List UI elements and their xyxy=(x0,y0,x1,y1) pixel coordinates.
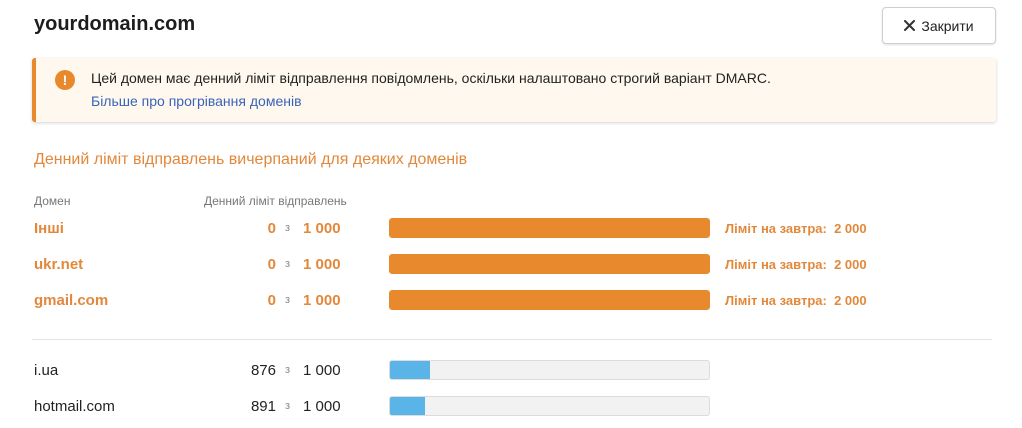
of-label: з xyxy=(285,294,291,306)
of-label: з xyxy=(285,400,291,412)
domain-name: ukr.net xyxy=(34,256,84,273)
close-icon xyxy=(904,20,916,31)
limit-progress-bar xyxy=(389,218,710,238)
section-title: Денний ліміт відправлень вичерпаний для … xyxy=(34,151,468,168)
sent-count: 0 xyxy=(267,220,276,237)
limit-progress-fill xyxy=(390,361,430,379)
limit-progress-bar xyxy=(389,254,710,274)
limit-total: 1 000 xyxy=(303,292,341,309)
domain-row: gmail.com 0 з 1 000 Ліміт на завтра: 2 0… xyxy=(0,289,1022,313)
section-divider xyxy=(32,339,992,340)
limit-total: 1 000 xyxy=(303,398,341,415)
limit-progress-bar xyxy=(389,360,710,380)
of-label: з xyxy=(285,364,291,376)
domain-name: i.ua xyxy=(34,362,59,379)
domain-row: i.ua 876 з 1 000 xyxy=(0,359,1022,383)
of-label: з xyxy=(285,258,291,270)
domain-row: ukr.net 0 з 1 000 Ліміт на завтра: 2 000 xyxy=(0,253,1022,277)
tomorrow-limit: Ліміт на завтра: 2 000 xyxy=(725,293,867,308)
limit-total: 1 000 xyxy=(303,362,341,379)
domain-row: hotmail.com 891 з 1 000 xyxy=(0,395,1022,419)
sent-count: 891 xyxy=(250,398,276,415)
domain-name: Інші xyxy=(34,220,64,237)
limit-progress-fill xyxy=(390,255,709,273)
dmarc-alert: ! Цей домен має денний ліміт відправленн… xyxy=(32,58,996,122)
tomorrow-limit: Ліміт на завтра: 2 000 xyxy=(725,221,867,236)
limit-progress-fill xyxy=(390,397,425,415)
column-header-domain: Домен xyxy=(34,194,71,208)
domain-row: Інші 0 з 1 000 Ліміт на завтра: 2 000 xyxy=(0,217,1022,241)
warning-icon: ! xyxy=(55,70,75,90)
limit-progress-bar xyxy=(389,290,710,310)
close-button[interactable]: Закрити xyxy=(882,7,996,44)
tomorrow-limit: Ліміт на завтра: 2 000 xyxy=(725,257,867,272)
domain-warmup-link[interactable]: Більше про прогрівання доменів xyxy=(91,93,302,109)
limit-total: 1 000 xyxy=(303,256,341,273)
limit-total: 1 000 xyxy=(303,220,341,237)
sent-count: 0 xyxy=(267,256,276,273)
alert-message: Цей домен має денний ліміт відправлення … xyxy=(91,70,771,86)
domain-name: hotmail.com xyxy=(34,398,115,415)
sent-count: 0 xyxy=(267,292,276,309)
page-title: yourdomain.com xyxy=(34,13,196,35)
limit-progress-fill xyxy=(390,291,709,309)
close-button-label: Закрити xyxy=(921,17,974,34)
limit-progress-fill xyxy=(390,219,709,237)
domain-name: gmail.com xyxy=(34,292,109,309)
column-header-limit: Денний ліміт відправлень xyxy=(204,194,347,208)
limit-progress-bar xyxy=(389,396,710,416)
of-label: з xyxy=(285,222,291,234)
sent-count: 876 xyxy=(250,362,276,379)
